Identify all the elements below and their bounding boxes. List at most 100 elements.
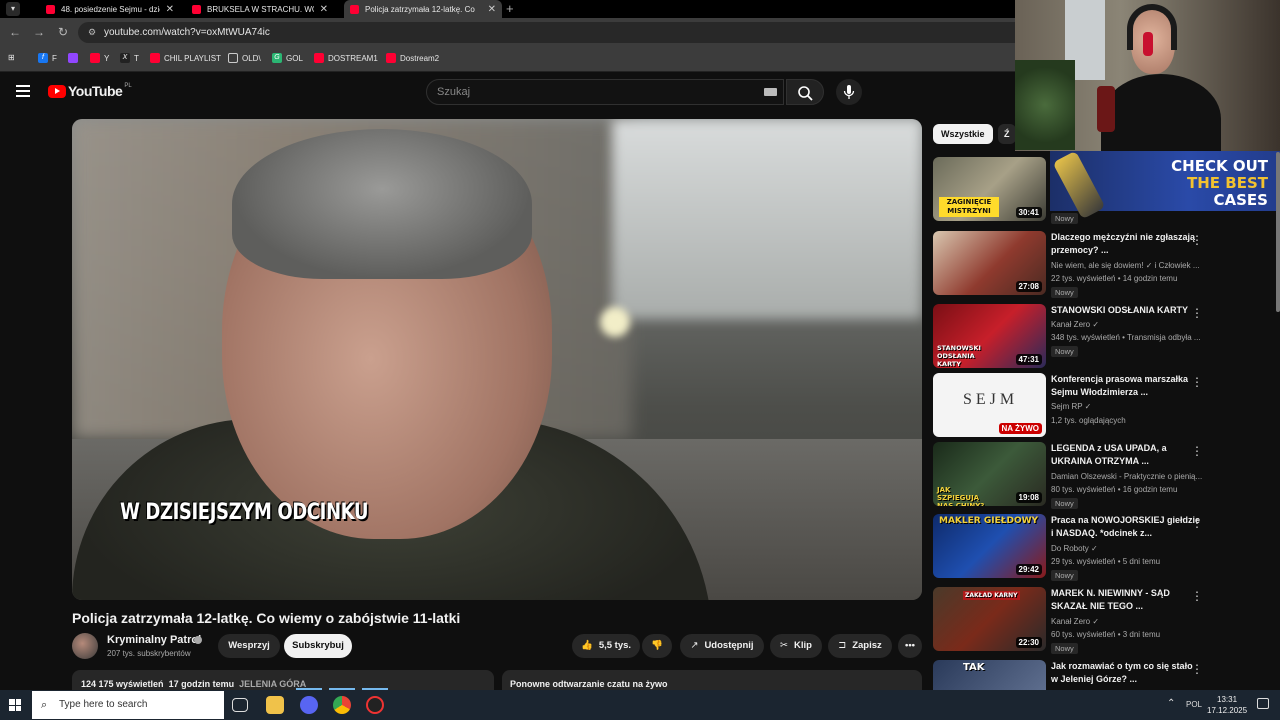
bookmark-dostream2[interactable]: Dostream2 [386,53,439,63]
bookmark-twitch[interactable] [68,53,82,63]
more-vert-icon[interactable]: ⋮ [1191,306,1203,320]
recommendation-item[interactable]: TAK Jak rozmawiać o tym co się stało w J… [933,660,1273,690]
browser-tab-active[interactable]: Policja zatrzymała 12-latkę. Co ✕ [344,0,502,18]
subscribe-button[interactable]: Subskrybuj [284,634,352,658]
keyboard-icon[interactable] [764,88,777,96]
bookmark-x[interactable]: XT [120,53,139,63]
video-player[interactable] [72,119,922,600]
save-button[interactable]: ⊐ Zapisz [828,634,892,658]
more-vert-icon[interactable]: ⋮ [1191,444,1203,458]
video-caption: W DZISIEJSZYM ODCINKU [120,500,369,525]
recommendation-meta: 60 tys. wyświetleń • 3 dni temu [1051,630,1161,639]
upload-time: 17 godzin temu [168,679,235,689]
windows-start-icon[interactable] [9,699,21,711]
video-thumbnail[interactable]: MAKLER GIEŁDOWY 29:42 [933,514,1046,578]
bookmark-chil-playlist[interactable]: CHIL PLAYLIST [150,53,221,63]
recommendation-item[interactable]: 27:08 Dlaczego mężczyźni nie zgłaszają p… [933,231,1273,298]
close-tab-icon[interactable]: ✕ [166,4,174,15]
chrome-icon[interactable] [333,696,351,714]
apps-grid-icon[interactable]: ⊞ [8,53,15,62]
youtube-icon [314,53,324,63]
close-tab-icon[interactable]: ✕ [488,4,496,15]
clip-button[interactable]: ✂ Klip [770,634,822,658]
taskbar-search-input[interactable]: ⌕ Type here to search [32,691,224,719]
video-thumbnail[interactable]: STANOWSKI ODSŁANIA KARTY 47:31 [933,304,1046,368]
bookmark-label: DOSTREAM1 [328,53,378,63]
video-thumbnail[interactable]: JAK SZPIEGUJĄ NAS CHINY? 19:08 [933,442,1046,506]
new-tab-button[interactable]: + [506,0,514,18]
bookmark-facebook[interactable]: fF [38,53,57,63]
recommendation-channel[interactable]: Sejm RP ✓ [1051,402,1205,411]
obs-icon[interactable] [366,696,384,714]
notification-icon[interactable] [1257,698,1269,709]
thumbnail-text: MAKLER GIEŁDOWY [939,516,1039,526]
tab-title: BRUKSELA W STRACHU. WOJNA [207,4,314,14]
recommendation-item[interactable]: JAK SZPIEGUJĄ NAS CHINY? 19:08 LEGENDA z… [933,442,1273,509]
video-thumbnail[interactable]: TAK [933,660,1046,690]
browser-tab-sejm[interactable]: 48. posiedzenie Sejmu - dzień 1 ✕ [40,0,180,18]
bookmark-label: Dostream2 [400,53,440,63]
video-thumbnail[interactable]: 27:08 [933,231,1046,295]
language-indicator[interactable]: POL [1186,700,1202,709]
clock[interactable]: 13:31 17.12.2025 [1207,694,1247,716]
page-scrollbar[interactable] [1276,152,1280,312]
bookmark-gol[interactable]: G GOL [272,53,303,63]
more-vert-icon[interactable]: ⋮ [1191,233,1203,247]
chip-next[interactable]: Ź [998,124,1016,144]
bookmark-folder-old[interactable]: OLD\ [228,53,261,63]
close-tab-icon[interactable]: ✕ [320,4,328,15]
discord-icon[interactable] [300,696,318,714]
recommendation-channel[interactable]: Nie wiem, ale się dowiem! ✓ i Człowiek .… [1051,261,1205,270]
search-input[interactable]: Szukaj [426,79,784,105]
description-box[interactable]: 124 175 wyświetleń 17 godzin temu JELENI… [72,670,494,690]
browser-tab-bruksela[interactable]: BRUKSELA W STRACHU. WOJNA ✕ [186,0,334,18]
more-vert-icon[interactable]: ⋮ [1191,375,1203,389]
share-button[interactable]: ↗ Udostępnij [680,634,764,658]
dislike-button[interactable]: 👎 [642,634,672,658]
bookmark-dostream1[interactable]: DOSTREAM1 [314,53,378,63]
recommendation-channel[interactable]: Damian Olszewski - Praktycznie o pienią.… [1051,472,1205,481]
more-actions-button[interactable]: ••• [898,634,922,658]
reload-icon[interactable]: ↻ [56,25,70,39]
voice-search-button[interactable] [836,79,862,105]
hamburger-menu-icon[interactable] [16,85,30,97]
forward-arrow-icon[interactable]: → [32,25,46,39]
back-arrow-icon[interactable]: ← [8,25,22,39]
recommendation-channel[interactable]: Do Roboty ✓ [1051,544,1205,553]
youtube-logo[interactable]: YouTube PL [48,83,132,99]
search-button[interactable] [786,79,824,105]
recommendation-item[interactable]: STANOWSKI ODSŁANIA KARTY 47:31 STANOWSKI… [933,304,1273,370]
youtube-icon [150,53,160,63]
like-button[interactable]: 👍 5,5 tys. [572,634,640,658]
recommendation-item[interactable]: MAKLER GIEŁDOWY 29:42 Praca na NOWOJORSK… [933,514,1273,581]
chip-all[interactable]: Wszystkie [933,124,993,144]
recommendation-item[interactable]: ZAKŁAD KARNY 22:30 MAREK N. NIEWINNY - S… [933,587,1273,654]
video-thumbnail[interactable]: SEJM NA ŻYWO [933,373,1046,437]
ad-text: CHECK OUT [1171,157,1268,175]
search-icon: ⌕ [41,699,48,711]
more-vert-icon[interactable]: ⋮ [1191,516,1203,530]
channel-name[interactable]: Kryminalny Patrol [107,634,201,646]
support-button[interactable]: Wesprzyj [218,634,280,658]
thumbnail-text: ZAGINIĘCIE MISTRZYNI [939,197,999,217]
channel-avatar[interactable] [72,633,98,659]
more-vert-icon[interactable]: ⋮ [1191,662,1203,676]
tab-search-button[interactable]: ▾ [6,2,20,16]
bookmark-label: F [52,53,57,63]
site-info-icon[interactable]: ⚙ [88,27,96,38]
recommendation-channel[interactable]: Kanał Zero ✓ [1051,320,1205,329]
url-input[interactable]: youtube.com/watch?v=oxMtWUA74ic [78,22,1178,43]
file-explorer-icon[interactable] [266,696,284,714]
task-view-icon[interactable] [232,698,248,712]
recommendation-title: Praca na NOWOJORSKIEJ giełdzie i NASDAQ.… [1051,515,1201,538]
recommendation-item[interactable]: SEJM NA ŻYWO Konferencja prasowa marszał… [933,373,1273,439]
video-title: Policja zatrzymała 12-latkę. Co wiemy o … [72,610,461,626]
recommendation-channel[interactable]: Kanał Zero ✓ [1051,617,1205,626]
bookmark-youtube[interactable]: Y [90,53,109,63]
video-thumbnail[interactable]: ZAGINIĘCIE MISTRZYNI 30:41 [933,157,1046,221]
thumbnail-text: TAK [963,662,985,673]
more-vert-icon[interactable]: ⋮ [1191,589,1203,603]
video-thumbnail[interactable]: ZAKŁAD KARNY 22:30 [933,587,1046,651]
tray-expand-icon[interactable]: ⌃ [1167,698,1175,709]
chat-replay-box[interactable]: Ponowne odtwarzanie czatu na żywo [502,670,922,690]
